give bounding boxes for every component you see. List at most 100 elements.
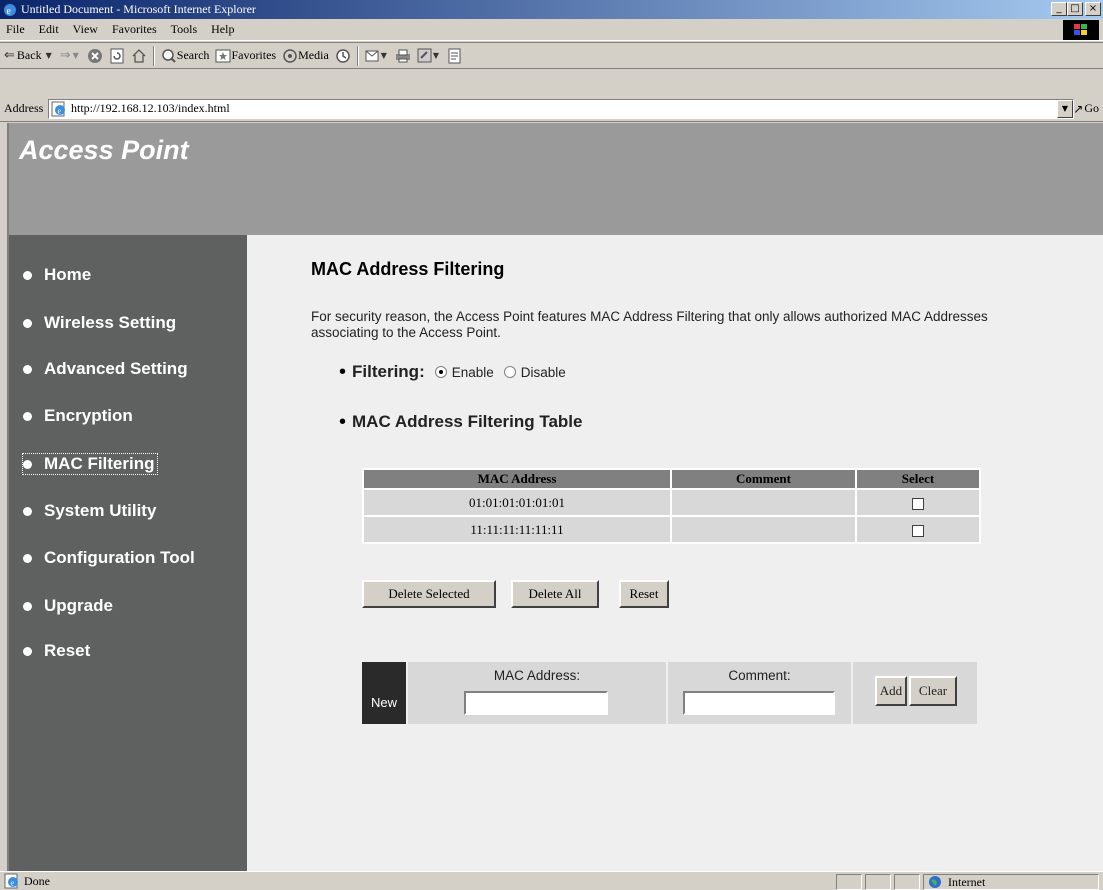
minimize-button[interactable]: _ <box>1051 2 1067 16</box>
select-checkbox[interactable] <box>912 524 924 537</box>
maximize-button[interactable]: □ <box>1067 2 1083 16</box>
media-icon <box>283 48 297 63</box>
menu-tools[interactable]: Tools <box>171 22 198 37</box>
dropdown-arrow-icon: ▼ <box>380 51 387 60</box>
edit-button[interactable]: ▼ <box>417 48 441 64</box>
favorites-star-icon <box>215 49 231 62</box>
comment-cell <box>670 488 857 517</box>
forward-arrow-icon: ⇒ <box>59 48 71 63</box>
status-pane <box>894 874 920 890</box>
stop-icon <box>87 48 102 63</box>
mac-address-input[interactable] <box>464 691 608 715</box>
menu-view[interactable]: View <box>73 22 98 37</box>
table-row: 11:11:11:11:11:11 <box>362 515 981 544</box>
column-header-comment: Comment <box>670 468 857 490</box>
mail-button[interactable]: ▼ <box>365 48 389 64</box>
title-bar: e Untitled Document - Microsoft Internet… <box>0 0 1103 19</box>
bullet-icon <box>23 553 32 563</box>
sidebar-item-home[interactable]: Home <box>23 265 91 285</box>
close-button[interactable]: × <box>1085 2 1101 16</box>
bullet-icon <box>23 506 32 516</box>
back-arrow-icon: ⇐ <box>4 48 15 63</box>
status-bar: e Done Internet <box>0 871 1103 890</box>
comment-input[interactable] <box>683 691 835 715</box>
address-dropdown-button[interactable]: ▼ <box>1057 99 1073 118</box>
delete-all-button[interactable]: Delete All <box>511 580 599 608</box>
new-label: New <box>362 662 406 724</box>
home-icon <box>132 48 146 63</box>
dropdown-arrow-icon: ▼ <box>432 51 440 60</box>
discuss-button[interactable] <box>447 48 463 64</box>
menu-help[interactable]: Help <box>211 22 234 37</box>
sidebar-item-wireless-setting[interactable]: Wireless Setting <box>23 313 176 333</box>
select-cell <box>855 515 981 544</box>
toolbar-separator <box>356 45 359 66</box>
favorites-button[interactable]: Favorites <box>215 48 276 64</box>
header-banner: Access Point <box>9 123 1103 235</box>
page-done-icon: e <box>4 873 18 889</box>
column-header-select: Select <box>855 468 981 490</box>
media-button[interactable]: Media <box>282 48 329 64</box>
security-zone: Internet <box>923 874 1099 890</box>
page-icon: e <box>51 101 65 116</box>
sidebar-item-configuration-tool[interactable]: Configuration Tool <box>23 548 195 568</box>
menu-favorites[interactable]: Favorites <box>112 22 157 37</box>
refresh-icon <box>110 48 124 63</box>
stop-button[interactable] <box>87 48 103 64</box>
address-input[interactable]: e http://192.168.12.103/index.html ▼ <box>48 98 1074 119</box>
enable-radio[interactable] <box>434 366 447 378</box>
sidebar-item-advanced-setting[interactable]: Advanced Setting <box>23 359 188 379</box>
brand-title: Access Point <box>19 135 189 165</box>
new-comment-cell: Comment: <box>668 662 851 724</box>
bullet-icon <box>23 411 32 421</box>
sidebar-item-upgrade[interactable]: Upgrade <box>23 596 113 616</box>
search-button[interactable]: Search <box>161 48 209 64</box>
mac-cell: 01:01:01:01:01:01 <box>362 488 672 517</box>
mac-address-label: MAC Address: <box>493 668 581 683</box>
history-button[interactable] <box>335 48 351 64</box>
bullet-icon <box>23 364 32 374</box>
globe-icon <box>929 876 941 888</box>
mail-icon <box>365 50 379 61</box>
page-viewport: Access Point Home Wireless Setting Advan… <box>7 123 1103 871</box>
go-button[interactable]: ↗ Go <box>1073 101 1099 116</box>
main-content: MAC Address Filtering For security reaso… <box>247 235 1103 871</box>
column-header-mac: MAC Address <box>362 468 672 490</box>
menu-edit[interactable]: Edit <box>39 22 59 37</box>
dropdown-arrow-icon: ▼ <box>72 51 79 60</box>
svg-text:e: e <box>58 106 62 115</box>
sidebar-item-system-utility[interactable]: System Utility <box>23 501 156 521</box>
add-button[interactable]: Add <box>875 676 907 706</box>
home-button[interactable] <box>131 48 147 64</box>
menu-bar: File Edit View Favorites Tools Help <box>0 19 1103 41</box>
print-button[interactable] <box>395 48 411 64</box>
page-title: MAC Address Filtering <box>311 259 505 279</box>
filtering-option: • Filtering: Enable Disable <box>339 362 576 382</box>
svg-text:e: e <box>7 6 12 17</box>
reset-button[interactable]: Reset <box>619 580 669 608</box>
edit-icon <box>417 48 432 62</box>
bullet-dot: • <box>339 361 347 383</box>
disable-label: Disable <box>520 364 566 380</box>
go-arrow-icon: ↗ <box>1073 101 1084 116</box>
menu-file[interactable]: File <box>6 22 25 37</box>
sidebar-item-mac-filtering[interactable]: MAC Filtering <box>22 453 158 475</box>
window-title: Untitled Document - Microsoft Internet E… <box>21 2 256 16</box>
sidebar-item-encryption[interactable]: Encryption <box>23 406 133 426</box>
refresh-button[interactable] <box>109 48 125 64</box>
table-section-heading: • MAC Address Filtering Table <box>339 412 583 432</box>
disable-radio[interactable] <box>503 366 516 378</box>
table-heading-label: MAC Address Filtering Table <box>352 412 583 431</box>
delete-selected-button[interactable]: Delete Selected <box>362 580 496 608</box>
new-mac-cell: MAC Address: <box>408 662 666 724</box>
select-checkbox[interactable] <box>912 497 924 510</box>
forward-button[interactable]: ⇒ ▼ <box>60 48 81 63</box>
filtering-label: Filtering: <box>352 362 425 381</box>
address-label: Address <box>4 101 44 115</box>
windows-logo-icon <box>1063 20 1099 40</box>
back-button[interactable]: ⇐ Back ▼ <box>4 48 54 63</box>
history-icon <box>336 48 350 63</box>
comment-cell <box>670 515 857 544</box>
sidebar-item-reset[interactable]: Reset <box>23 641 90 661</box>
clear-button[interactable]: Clear <box>909 676 957 706</box>
